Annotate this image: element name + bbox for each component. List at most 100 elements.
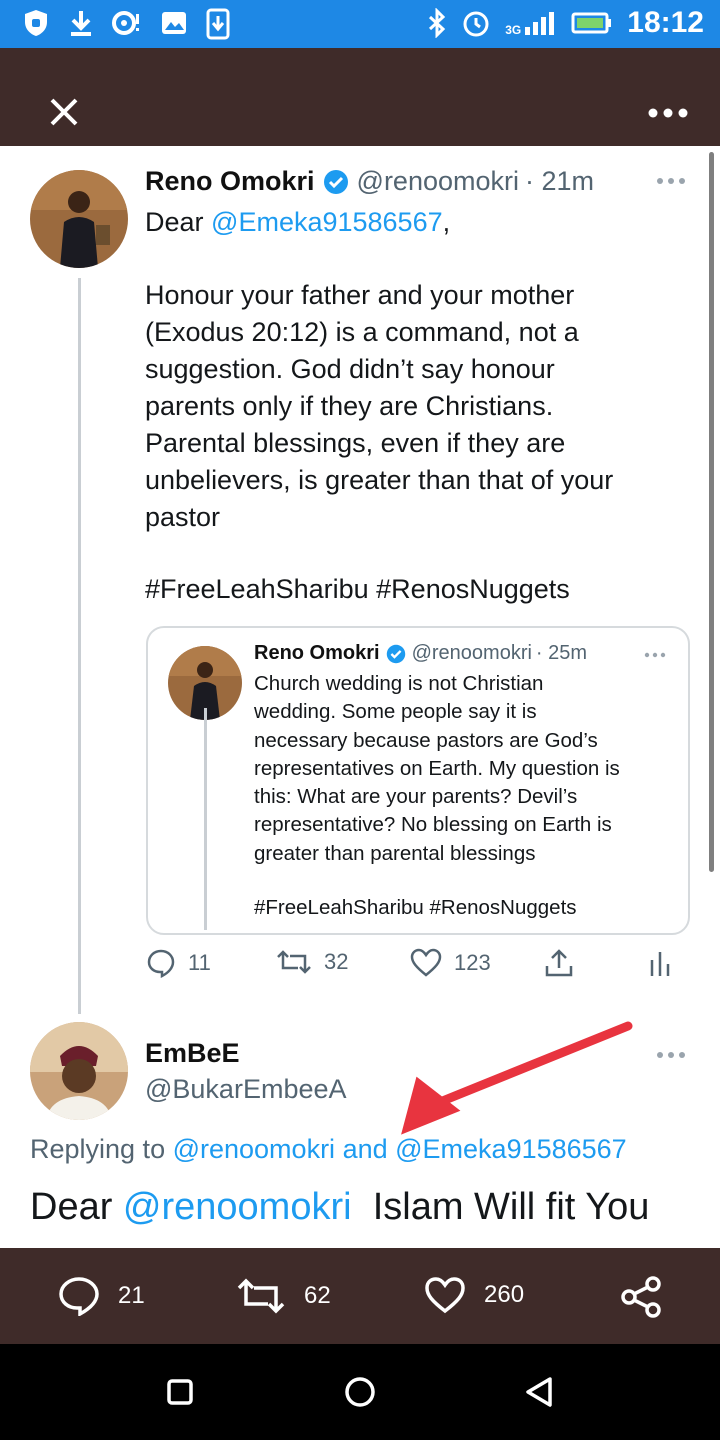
author-avatar[interactable]	[30, 170, 128, 268]
red-arrow-annotation	[380, 1018, 640, 1138]
battery-icon	[571, 11, 613, 35]
comments-button[interactable]: 21	[58, 1276, 145, 1316]
tweet-header: Reno Omokri @renoomokri · 21m	[145, 166, 594, 197]
author-name[interactable]: Reno Omokri	[145, 166, 315, 197]
greeting-mention[interactable]: @Emeka91586567	[211, 207, 443, 237]
tweet-body-line: parents only if they are Christians.	[145, 391, 554, 421]
more-icon	[648, 108, 688, 118]
square-icon	[167, 1379, 193, 1405]
quoted-body-line: representative? No blessing on Earth is	[254, 813, 612, 837]
thread-line	[78, 278, 81, 1014]
gallery-icon	[160, 8, 188, 40]
scrollbar[interactable]	[709, 152, 714, 872]
system-nav-bar	[0, 1344, 720, 1440]
tweet-hashtags[interactable]: #FreeLeahSharibu #RenosNuggets	[145, 574, 570, 605]
quoted-thread-line	[204, 708, 207, 930]
tweet-greeting: Dear @Emeka91586567,	[145, 204, 450, 240]
reply-author-name[interactable]: EmBeE	[145, 1038, 240, 1069]
quoted-more-icon	[644, 652, 666, 658]
share-icon	[545, 949, 573, 977]
retweet-icon	[277, 950, 311, 974]
quoted-author-name: Reno Omokri	[254, 642, 380, 664]
replying-and: and	[335, 1134, 396, 1164]
quoted-body-line: representatives on Earth. My question is	[254, 756, 620, 780]
analytics-icon	[650, 952, 670, 976]
reply-more-icon[interactable]	[656, 1051, 686, 1059]
replying-prefix: Replying to	[30, 1134, 173, 1164]
share-button[interactable]	[620, 1276, 662, 1318]
retweet-count: 32	[324, 949, 349, 974]
quoted-body-line: Church wedding is not Christian	[254, 672, 544, 695]
quoted-author-handle: @renoomokri	[411, 642, 532, 664]
quoted-header: Reno Omokri @renoomokri · 25m	[254, 642, 587, 665]
tweet-body-line: Honour your father and your mother	[145, 280, 575, 310]
circle-icon	[345, 1377, 375, 1407]
quoted-body-line: wedding. Some people say it is	[254, 700, 537, 724]
home-button[interactable]	[344, 1376, 376, 1408]
reply-author-handle[interactable]: @BukarEmbeeA	[145, 1074, 347, 1105]
reply-text: Dear @renoomokri Islam Will fit You	[30, 1186, 649, 1229]
likes-count: 260	[484, 1281, 525, 1308]
quoted-tweet-card[interactable]: Reno Omokri @renoomokri · 25m Church wed…	[146, 626, 690, 935]
tweet-body: Honour your father and your mother (Exod…	[145, 277, 613, 536]
share-action[interactable]	[543, 948, 575, 978]
status-bar: 3G 18:12	[0, 0, 720, 48]
replying-to-line: Replying to @renoomokri and @Emeka915865…	[30, 1134, 627, 1165]
reply-author-avatar[interactable]	[30, 1022, 128, 1120]
alarm-icon	[461, 8, 491, 38]
back-triangle-icon	[526, 1377, 552, 1407]
reply-action[interactable]: 11	[146, 948, 211, 978]
tweet-body-line: Parental blessings, even if they are	[145, 428, 566, 458]
greeting-comma: ,	[442, 207, 451, 237]
top-toolbar	[0, 48, 720, 146]
likes-button[interactable]: 260	[424, 1276, 524, 1314]
tweet-body-line: pastor	[145, 502, 221, 532]
greeting-text: Dear	[145, 207, 212, 237]
retweets-count: 62	[304, 1282, 331, 1309]
quoted-body-line: greater than parental blessings	[254, 841, 536, 865]
quoted-body-line: necessary because pastors are God’s	[254, 728, 598, 752]
reply-text-prefix: Dear	[30, 1186, 123, 1228]
quoted-verified-badge-icon	[386, 644, 406, 664]
analytics-action[interactable]	[648, 948, 672, 978]
network-type: 3G	[505, 23, 522, 37]
quoted-time: · 25m	[535, 642, 588, 664]
tweet-more-icon[interactable]	[656, 177, 686, 185]
shield-icon	[22, 8, 50, 40]
tweet-body-line: (Exodus 20:12) is a command, not a	[145, 317, 579, 347]
replying-mention[interactable]: @Emeka91586567	[395, 1134, 627, 1164]
retweet-icon	[237, 1278, 285, 1314]
bottom-action-bar: 21 62 260	[0, 1248, 720, 1344]
comments-count: 21	[118, 1282, 145, 1309]
share-icon	[621, 1276, 661, 1318]
retweets-button[interactable]: 62	[236, 1276, 331, 1316]
tweet-body-line: suggestion. God didn’t say honour	[145, 354, 555, 384]
retweet-action[interactable]: 32	[276, 948, 348, 976]
reply-count: 11	[188, 950, 211, 975]
replying-mention[interactable]: @renoomokri	[173, 1134, 335, 1164]
reply-text-mention[interactable]: @renoomokri	[123, 1186, 352, 1228]
back-button[interactable]	[524, 1376, 554, 1408]
hotspot-icon	[112, 8, 142, 40]
verified-badge-icon	[323, 169, 349, 195]
reply-text-rest: Islam Will fit You	[351, 1186, 650, 1228]
tweet-body-line: unbelievers, is greater than that of you…	[145, 465, 614, 495]
like-action[interactable]: 123	[410, 948, 491, 978]
author-handle[interactable]: @renoomokri	[357, 166, 519, 197]
signal-icon: 3G	[505, 9, 557, 37]
quoted-body-line: this: What are your parents? Devil’s	[254, 785, 578, 809]
more-button[interactable]	[646, 106, 690, 120]
tweet-screenshot: Reno Omokri @renoomokri · 21m Dear @Emek…	[0, 146, 720, 1248]
close-button[interactable]	[44, 92, 84, 132]
status-time: 18:12	[627, 6, 704, 39]
heart-icon	[410, 948, 442, 977]
close-icon	[50, 98, 78, 126]
recents-button[interactable]	[166, 1378, 194, 1406]
download-box-icon	[206, 8, 230, 40]
heart-icon	[425, 1277, 465, 1314]
tweet-time: · 21m	[525, 166, 595, 196]
download-icon	[68, 8, 94, 40]
comment-icon	[59, 1277, 99, 1316]
bluetooth-icon	[427, 8, 447, 38]
reply-icon	[147, 949, 175, 978]
